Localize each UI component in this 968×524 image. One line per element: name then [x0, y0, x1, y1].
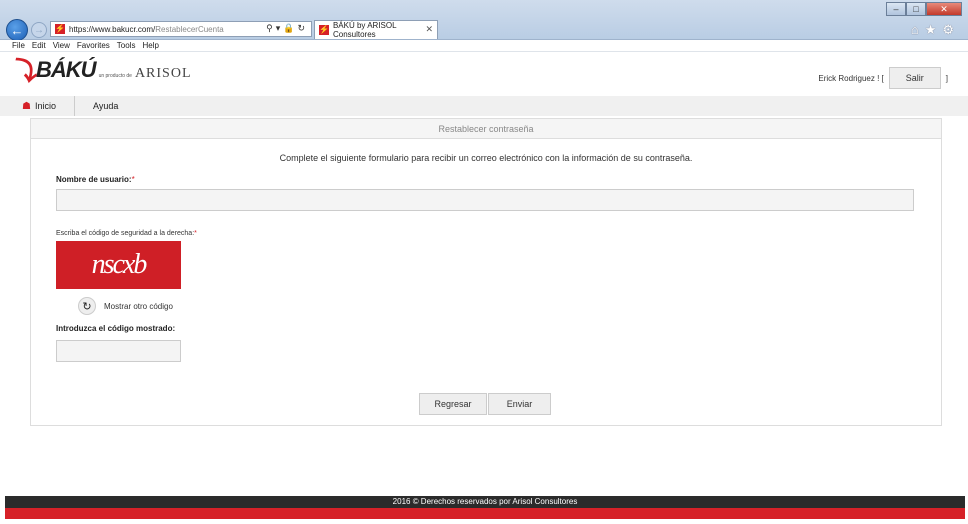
tab-title: BÁKÚ by ARISOL Consultores	[332, 21, 397, 39]
menu-file[interactable]: File	[12, 41, 25, 50]
tab-close-icon[interactable]: ✕	[425, 24, 433, 35]
username-input[interactable]	[56, 189, 914, 211]
minimize-icon[interactable]: –	[886, 2, 906, 16]
nav-home-label: Inicio	[34, 101, 56, 111]
menu-help[interactable]: Help	[142, 41, 158, 50]
browser-tab[interactable]: ⚡ BÁKÚ by ARISOL Consultores ✕	[314, 20, 438, 39]
intro-text: Complete el siguiente formulario para re…	[279, 153, 693, 163]
reset-password-panel: Restablecer contraseña Complete el sigui…	[30, 118, 942, 426]
url-path: RestablecerCuenta	[155, 24, 224, 34]
settings-gear-icon[interactable]: ⚙	[942, 22, 960, 37]
user-name: Erick Rodriguez ! [	[818, 73, 884, 83]
captcha-label-text: Escriba el código de seguridad a la dere…	[56, 230, 195, 237]
logo-subtitle: un producto de	[98, 73, 132, 79]
nav-help-label: Ayuda	[92, 101, 119, 111]
back-arrow-icon[interactable]: ←	[6, 19, 28, 41]
tab-favicon-icon: ⚡	[319, 25, 329, 35]
url-text: https://www.bakucr.com/RestablecerCuenta	[69, 25, 224, 34]
maximize-icon[interactable]: □	[906, 2, 926, 16]
site-favicon-icon: ⚡	[55, 24, 65, 34]
refresh-label: Mostrar otro código	[104, 301, 173, 311]
logo-company: ARISOL	[134, 66, 192, 81]
username-label: Nombre de usuario:*	[56, 175, 135, 184]
menu-view[interactable]: View	[53, 41, 70, 50]
code-label: Introduzca el código mostrado:	[56, 324, 176, 333]
footer-red-bar	[5, 508, 965, 519]
url-host: https://www.bakucr.com/	[69, 24, 156, 34]
menu-tools[interactable]: Tools	[117, 41, 136, 50]
site-logo[interactable]: ⤵ BÁKÚ un producto de ARISOL	[10, 56, 192, 86]
back-button[interactable]: Regresar	[419, 393, 487, 415]
captcha-text: nscxb	[91, 249, 148, 280]
address-actions-icon[interactable]: ⚲▾🔒↻	[266, 23, 308, 34]
user-area: Erick Rodriguez ! [ Salir ]	[818, 67, 948, 89]
forward-arrow-icon[interactable]: →	[31, 22, 47, 38]
required-mark: *	[131, 175, 135, 184]
menu-edit[interactable]: Edit	[32, 41, 46, 50]
favorites-star-icon[interactable]: ★	[925, 22, 943, 37]
user-bracket-close: ]	[945, 73, 948, 83]
footer-copyright: 2016 © Derechos reservados por Arisol Co…	[5, 496, 965, 508]
panel-title: Restablecer contraseña	[31, 119, 941, 139]
window-controls: – □ ✕	[886, 2, 962, 16]
code-input[interactable]	[56, 340, 181, 362]
home-icon: ☗	[22, 100, 31, 112]
logo-wordmark: BÁKÚ	[36, 57, 97, 82]
logout-button[interactable]: Salir	[888, 67, 941, 89]
browser-toolbar-icons: ⌂★⚙	[911, 22, 960, 38]
home-toolbar-icon[interactable]: ⌂	[911, 22, 925, 37]
lightning-bolt-icon: ⤵	[10, 56, 37, 86]
username-label-text: Nombre de usuario:	[56, 175, 132, 184]
main-navbar: ☗ Inicio Ayuda	[0, 96, 968, 116]
nav-item-home[interactable]: ☗ Inicio	[0, 96, 75, 116]
captcha-image: nscxb	[56, 241, 181, 289]
menu-favorites[interactable]: Favorites	[77, 41, 110, 50]
captcha-label: Escriba el código de seguridad a la dere…	[56, 230, 197, 237]
nav-item-help[interactable]: Ayuda	[75, 96, 136, 116]
refresh-icon[interactable]: ↻	[78, 297, 96, 315]
address-bar[interactable]: ⚡ https://www.bakucr.com/RestablecerCuen…	[50, 21, 312, 37]
browser-titlebar: ← → ⚡ https://www.bakucr.com/Restablecer…	[0, 0, 968, 41]
required-mark: *	[194, 230, 197, 237]
close-window-icon[interactable]: ✕	[926, 2, 962, 16]
refresh-captcha-link[interactable]: ↻ Mostrar otro código	[78, 297, 173, 315]
browser-menubar: File Edit View Favorites Tools Help	[0, 40, 968, 52]
submit-button[interactable]: Enviar	[488, 393, 551, 415]
